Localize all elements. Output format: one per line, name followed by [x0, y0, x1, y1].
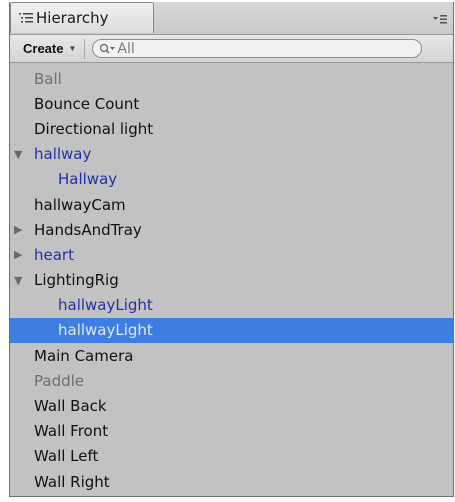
tree-item-label: Main Camera [34, 346, 134, 365]
tree-item[interactable]: Bounce Count [10, 91, 453, 116]
foldout-collapsed-icon[interactable]: ▶ [14, 249, 26, 261]
tree-item[interactable]: Ball [10, 66, 453, 91]
tree-item[interactable]: Paddle [10, 368, 453, 393]
tree-item-label: Wall Back [34, 397, 107, 416]
tree-item-label: Wall Left [34, 447, 99, 466]
foldout-collapsed-icon[interactable]: ▶ [14, 224, 26, 236]
tree-item[interactable]: Main Camera [10, 343, 453, 368]
tree-item[interactable]: Wall Right [10, 469, 453, 494]
hierarchy-window: Hierarchy Create ▼ Ball Bounce Count Direc… [9, 2, 454, 497]
search-field[interactable] [92, 39, 423, 58]
tree-item-label: Ball [34, 69, 62, 88]
foldout-expanded-icon[interactable]: ▼ [14, 148, 26, 161]
create-button-label: Create [23, 41, 64, 56]
tree-item-label: Paddle [34, 371, 85, 390]
tab-label: Hierarchy [36, 9, 109, 27]
tree-item-label: Hallway [58, 170, 118, 189]
tree-item[interactable]: hallwayCam [10, 192, 453, 217]
tree-item-label: LightingRig [34, 271, 119, 290]
hierarchy-list-icon [19, 13, 33, 23]
tree-item-selected[interactable]: hallwayLight [10, 317, 453, 344]
tree-item-label: heart [34, 245, 74, 264]
tree-item-label: Directional light [34, 119, 154, 138]
tree-item[interactable]: ▶ heart [10, 242, 453, 267]
tree-item-label: hallwayLight [58, 296, 153, 315]
hierarchy-tree: Ball Bounce Count Directional light ▼ hallwa… [10, 63, 453, 494]
foldout-expanded-icon[interactable]: ▼ [14, 274, 26, 287]
tree-item-label: HandsAndTray [34, 220, 142, 239]
dropdown-caret-icon: ▼ [68, 44, 77, 53]
tree-item[interactable]: ▶ HandsAndTray [10, 217, 453, 242]
tree-item-label: hallway [34, 145, 92, 164]
tab-strip: Hierarchy [10, 2, 453, 35]
tree-item[interactable]: Wall Back [10, 393, 453, 418]
create-button[interactable]: Create ▼ [17, 38, 86, 59]
tab-hierarchy[interactable]: Hierarchy [10, 2, 154, 33]
search-input[interactable] [117, 40, 398, 57]
tree-item[interactable]: Wall Left [10, 444, 453, 469]
tree-item[interactable]: Hallway [10, 167, 453, 192]
panel-menu-icon[interactable] [433, 13, 447, 25]
tree-item-label: Bounce Count [34, 94, 140, 113]
tree-item-label: hallwayLight [58, 321, 153, 340]
tree-item-label: Wall Front [34, 422, 109, 441]
tree-item-label: hallwayCam [34, 195, 126, 214]
search-icon[interactable] [99, 43, 116, 55]
toolbar: Create ▼ [10, 35, 453, 63]
tree-item[interactable]: ▼ hallway [10, 142, 453, 167]
tree-item[interactable]: Directional light [10, 116, 453, 141]
tree-item[interactable]: ▼ LightingRig [10, 268, 453, 293]
tree-item[interactable]: hallwayLight [10, 293, 453, 318]
tree-item-label: Wall Right [34, 472, 110, 491]
tree-item[interactable]: Wall Front [10, 419, 453, 444]
